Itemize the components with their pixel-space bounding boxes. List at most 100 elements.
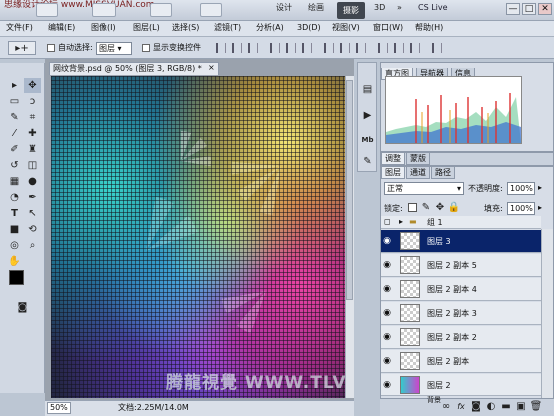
delete-layer-icon[interactable]: 🗑 bbox=[530, 400, 543, 413]
lasso-tool-icon[interactable]: ↄ bbox=[24, 94, 41, 109]
workspace-design[interactable]: 设计 bbox=[276, 4, 292, 12]
minimize-button[interactable]: — bbox=[506, 3, 520, 15]
document-scroll-thumb[interactable] bbox=[346, 80, 353, 300]
quick-select-tool-icon[interactable]: ✎ bbox=[6, 110, 23, 125]
new-layer-icon[interactable]: ▣ bbox=[515, 400, 527, 413]
clone-stamp-tool-icon[interactable]: ♜ bbox=[24, 142, 41, 157]
lock-position-icon[interactable]: ✥ bbox=[434, 200, 446, 215]
eraser-tool-icon[interactable]: ◫ bbox=[24, 158, 41, 173]
view-extras-icon[interactable] bbox=[92, 3, 116, 17]
layers-scrollbar[interactable] bbox=[541, 229, 553, 399]
pen-tool-icon[interactable]: ✒ bbox=[24, 190, 41, 205]
menu-layer[interactable]: 图层(L) bbox=[133, 24, 160, 32]
menu-analysis[interactable]: 分析(A) bbox=[256, 24, 284, 32]
layer-group-row[interactable]: ◻ ▸ ▬ 组 1 bbox=[381, 216, 541, 229]
layer-row[interactable]: ◉ 图层 2 bbox=[381, 374, 541, 396]
blend-mode-select[interactable]: 正常 ▾ bbox=[384, 182, 464, 195]
dodge-tool-icon[interactable]: ◔ bbox=[6, 190, 23, 205]
history-panel-icon[interactable]: ▤ bbox=[359, 82, 376, 97]
foreground-color-swatch[interactable] bbox=[9, 270, 24, 285]
maximize-button[interactable]: □ bbox=[522, 3, 536, 15]
menu-edit[interactable]: 编辑(E) bbox=[48, 24, 75, 32]
eye-icon[interactable]: ◉ bbox=[381, 355, 393, 367]
document-tab[interactable]: 网纹背景.psd @ 50% (图层 3, RGB/8) * bbox=[49, 62, 219, 75]
distribute-vcenter-icon[interactable] bbox=[340, 43, 350, 53]
align-bottom-icon[interactable] bbox=[248, 43, 258, 53]
menu-window[interactable]: 窗口(W) bbox=[373, 24, 403, 32]
workspace-photography[interactable]: 摄影 bbox=[337, 2, 365, 19]
align-top-icon[interactable] bbox=[216, 43, 226, 53]
arrange-documents-icon[interactable] bbox=[200, 3, 222, 17]
actions-panel-icon[interactable]: ▶ bbox=[359, 108, 376, 123]
eye-icon[interactable]: ◉ bbox=[381, 307, 393, 319]
group-expand-icon[interactable]: ▸ bbox=[399, 218, 403, 226]
brush-tool-icon[interactable]: ✐ bbox=[6, 142, 23, 157]
auto-align-icon[interactable] bbox=[432, 43, 442, 53]
crop-tool-icon[interactable]: ⌗ bbox=[24, 110, 41, 125]
menu-help[interactable]: 帮助(H) bbox=[415, 24, 443, 32]
marquee-tool-icon[interactable]: ▭ bbox=[6, 94, 23, 109]
layer-row[interactable]: ◉ 图层 2 副本 4 bbox=[381, 278, 541, 301]
layer-row[interactable]: ◉ 图层 2 副本 5 bbox=[381, 254, 541, 277]
eye-icon[interactable]: ◉ bbox=[381, 331, 393, 343]
distribute-hcenter-icon[interactable] bbox=[394, 43, 404, 53]
lock-transparency-icon[interactable] bbox=[408, 203, 417, 212]
tab-masks[interactable]: 蒙版 bbox=[406, 153, 430, 165]
layer-row[interactable]: ◉ 图层 2 副本 2 bbox=[381, 326, 541, 349]
menu-image[interactable]: 图像(I) bbox=[91, 24, 116, 32]
tab-layers[interactable]: 图层 bbox=[381, 167, 405, 179]
zoom-tool-icon[interactable]: ⌕ bbox=[24, 238, 41, 253]
type-tool-icon[interactable]: T bbox=[6, 206, 23, 221]
tab-paths[interactable]: 路径 bbox=[431, 167, 455, 179]
selected-move-tool-icon[interactable]: ✥ bbox=[24, 78, 41, 93]
hand-tool-icon[interactable]: ✋ bbox=[6, 254, 23, 269]
quick-mask-icon[interactable]: ◙ bbox=[14, 300, 31, 315]
layer-row-selected[interactable]: ◉ 图层 3 bbox=[381, 230, 541, 253]
healing-brush-tool-icon[interactable]: ✚ bbox=[24, 126, 41, 141]
align-hcenter-icon[interactable] bbox=[286, 43, 296, 53]
eye-icon[interactable]: ◉ bbox=[381, 283, 393, 295]
menu-3d[interactable]: 3D(D) bbox=[297, 24, 321, 32]
tab-adjustments[interactable]: 调整 bbox=[381, 153, 405, 165]
opacity-field[interactable]: 100% bbox=[507, 182, 535, 195]
eye-icon[interactable]: ◉ bbox=[381, 259, 393, 271]
lock-all-icon[interactable]: 🔒 bbox=[448, 200, 460, 215]
eye-icon[interactable]: ◻ bbox=[384, 218, 391, 226]
launch-bridge-icon[interactable] bbox=[36, 3, 58, 17]
add-mask-icon[interactable]: ◙ bbox=[470, 400, 482, 413]
auto-select-checkbox[interactable] bbox=[47, 44, 55, 52]
brushes-panel-icon[interactable]: ✎ bbox=[359, 154, 376, 169]
opacity-slider-arrow[interactable]: ▸ bbox=[538, 184, 542, 192]
distribute-bottom-icon[interactable] bbox=[356, 43, 366, 53]
history-brush-tool-icon[interactable]: ↺ bbox=[6, 158, 23, 173]
3d-orbit-tool-icon[interactable]: ◎ bbox=[6, 238, 23, 253]
eyedropper-tool-icon[interactable]: ⁄ bbox=[6, 126, 23, 141]
eye-icon[interactable]: ◉ bbox=[381, 235, 393, 247]
path-select-tool-icon[interactable]: ↖ bbox=[24, 206, 41, 221]
workspace-3d[interactable]: 3D bbox=[374, 4, 385, 12]
adjustment-layer-icon[interactable]: ◐ bbox=[485, 400, 497, 413]
layer-row[interactable]: ◉ 图层 2 副本 bbox=[381, 350, 541, 373]
cs-live-button[interactable]: CS Live bbox=[418, 4, 448, 12]
layer-row[interactable]: ◉ 图层 2 副本 3 bbox=[381, 302, 541, 325]
tab-channels[interactable]: 通道 bbox=[406, 167, 430, 179]
menu-view[interactable]: 视图(V) bbox=[332, 24, 360, 32]
distribute-left-icon[interactable] bbox=[378, 43, 388, 53]
close-document-icon[interactable]: × bbox=[208, 64, 215, 72]
move-tool-preset-icon[interactable]: ▸+ bbox=[8, 41, 36, 55]
close-button[interactable]: ✕ bbox=[538, 3, 552, 15]
link-layers-icon[interactable]: ∞ bbox=[440, 400, 452, 413]
menu-filter[interactable]: 滤镜(T) bbox=[214, 24, 241, 32]
mini-bridge-icon[interactable]: Mb bbox=[359, 132, 376, 147]
shape-tool-icon[interactable]: ■ bbox=[6, 222, 23, 237]
lock-pixels-icon[interactable]: ✎ bbox=[420, 200, 432, 215]
eye-icon[interactable]: ◉ bbox=[381, 379, 393, 391]
distribute-top-icon[interactable] bbox=[324, 43, 334, 53]
auto-select-target-select[interactable]: 图层 ▾ bbox=[96, 42, 132, 55]
align-right-icon[interactable] bbox=[302, 43, 312, 53]
align-left-icon[interactable] bbox=[270, 43, 280, 53]
3d-rotate-tool-icon[interactable]: ⟲ bbox=[24, 222, 41, 237]
move-tool-icon[interactable]: ▸ bbox=[6, 78, 23, 93]
fill-field[interactable]: 100% bbox=[507, 202, 535, 215]
show-transform-checkbox[interactable] bbox=[142, 44, 150, 52]
